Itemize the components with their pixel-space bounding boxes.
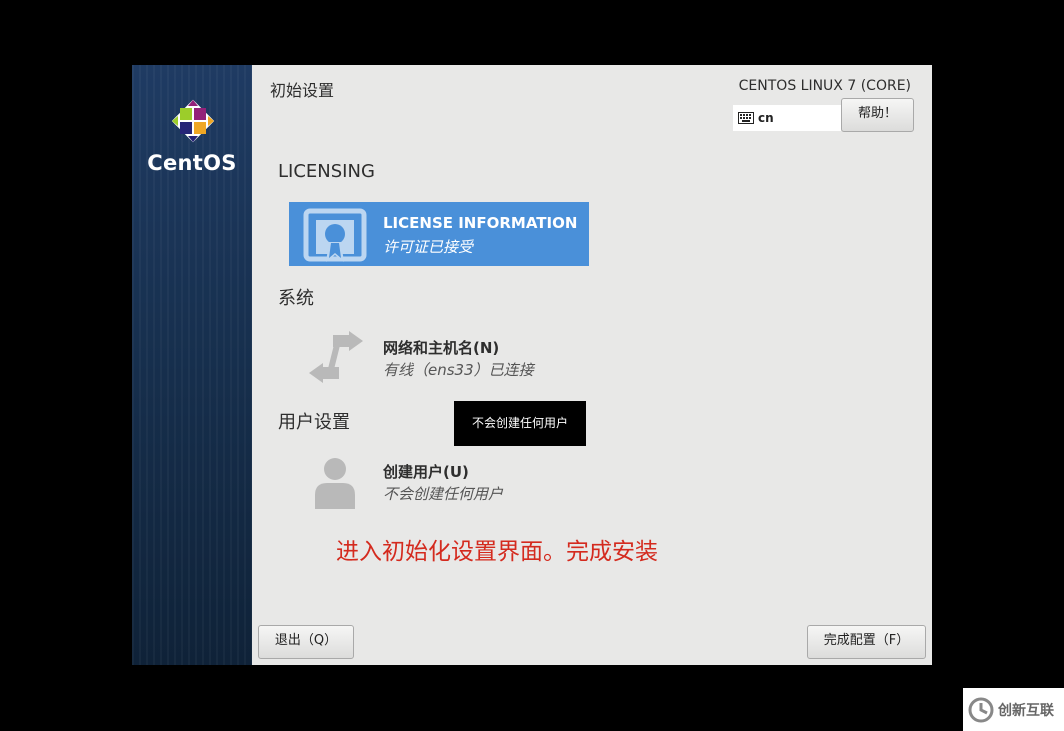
watermark: 创新互联 bbox=[963, 688, 1064, 731]
spoke-network-hostname[interactable]: 网络和主机名(N) 有线（ens33）已连接 bbox=[289, 325, 589, 389]
finish-configuration-button[interactable]: 完成配置（F） bbox=[807, 625, 926, 659]
spoke-status: 不会创建任何用户 bbox=[383, 485, 504, 503]
keyboard-layout-label: cn bbox=[758, 111, 774, 125]
tooltip: 不会创建任何用户 bbox=[454, 401, 586, 446]
page-title: 初始设置 bbox=[270, 81, 335, 100]
annotation-overlay-text: 进入初始化设置界面。完成安装 bbox=[336, 539, 658, 565]
quit-button[interactable]: 退出（Q） bbox=[258, 625, 354, 659]
spoke-license-information[interactable]: LICENSE INFORMATION 许可证已接受 bbox=[289, 202, 589, 266]
network-icon bbox=[309, 331, 363, 383]
watermark-text: 创新互联 bbox=[998, 702, 1054, 719]
section-licensing: LICENSING bbox=[278, 161, 375, 182]
user-icon bbox=[315, 458, 355, 509]
help-button[interactable]: 帮助！ bbox=[841, 98, 914, 132]
keyboard-layout-indicator[interactable]: cn bbox=[733, 105, 841, 131]
main-panel: 初始设置 CENTOS LINUX 7 (CORE) cn 帮助！ LICENS… bbox=[252, 65, 932, 665]
spoke-status: 有线（ens33）已连接 bbox=[383, 361, 534, 379]
spoke-title: 网络和主机名(N) bbox=[383, 339, 500, 357]
centos-logo-text: CentOS bbox=[147, 151, 237, 175]
spoke-title: 创建用户(U) bbox=[383, 463, 469, 481]
section-system: 系统 bbox=[278, 288, 314, 309]
centos-logo-icon bbox=[171, 99, 215, 143]
spoke-title: LICENSE INFORMATION bbox=[383, 214, 578, 232]
watermark-logo-icon bbox=[968, 697, 994, 722]
section-user-settings: 用户设置 bbox=[278, 412, 350, 433]
sidebar: CentOS bbox=[132, 65, 252, 665]
spoke-create-user[interactable]: 创建用户(U) 不会创建任何用户 bbox=[289, 449, 589, 513]
initial-setup-window: CentOS 初始设置 CENTOS LINUX 7 (CORE) cn 帮助！… bbox=[132, 65, 932, 665]
spoke-status: 许可证已接受 bbox=[383, 238, 474, 256]
product-name: CENTOS LINUX 7 (CORE) bbox=[738, 78, 911, 94]
keyboard-icon bbox=[738, 112, 754, 124]
license-icon bbox=[303, 208, 367, 262]
